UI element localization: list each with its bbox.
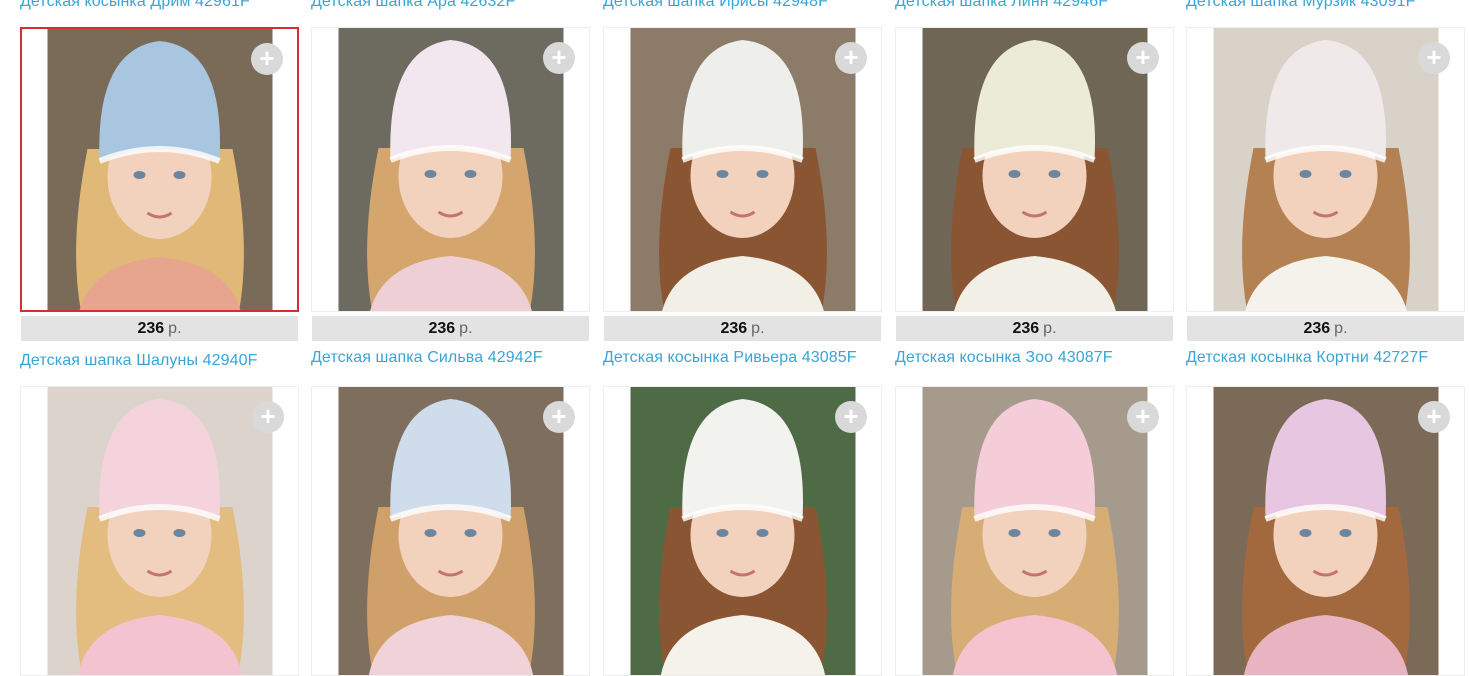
product-photo[interactable]: [47, 29, 272, 310]
portrait-illustration: [630, 28, 855, 311]
product-photo[interactable]: [630, 28, 855, 311]
add-to-cart-icon[interactable]: +: [543, 42, 575, 74]
product-card[interactable]: +: [1186, 386, 1465, 676]
eye-shape: [1008, 529, 1020, 537]
product-card[interactable]: +: [311, 27, 590, 312]
add-to-cart-icon[interactable]: +: [1418, 42, 1450, 74]
portrait-illustration: [47, 29, 272, 310]
portrait-illustration: [338, 28, 563, 311]
eye-shape: [133, 529, 145, 537]
eye-shape: [1299, 529, 1311, 537]
price-amount: 236: [137, 320, 165, 337]
price-bar: 236 р.: [1187, 316, 1464, 341]
product-title[interactable]: Детская косынка Ривьера 43085F: [603, 347, 883, 369]
add-to-cart-icon[interactable]: +: [1127, 42, 1159, 74]
product-card[interactable]: +: [603, 27, 882, 312]
price-amount: 236: [1012, 320, 1040, 337]
eye-shape: [1048, 170, 1060, 178]
product-card[interactable]: +: [603, 386, 882, 676]
product-title[interactable]: Детская шапка Шалуны 42940F: [20, 350, 295, 372]
add-to-cart-icon[interactable]: +: [543, 401, 575, 433]
portrait-illustration: [922, 387, 1147, 675]
eye-shape: [756, 170, 768, 178]
product-card[interactable]: +: [895, 27, 1174, 312]
product-title[interactable]: Детская шапка Ирисы 42948F: [603, 0, 873, 13]
eye-shape: [464, 529, 476, 537]
product-title[interactable]: Детская косынка Зоо 43087F: [895, 347, 1170, 369]
price-bar: 236 р.: [896, 316, 1173, 341]
eye-shape: [1299, 170, 1311, 178]
eye-shape: [1339, 529, 1351, 537]
eye-shape: [756, 529, 768, 537]
price-currency: р.: [168, 320, 182, 337]
price-currency: р.: [1043, 320, 1057, 337]
eye-shape: [133, 171, 145, 179]
portrait-illustration: [922, 28, 1147, 311]
add-to-cart-icon[interactable]: +: [1127, 401, 1159, 433]
add-to-cart-icon[interactable]: +: [835, 401, 867, 433]
product-photo[interactable]: [1213, 28, 1438, 311]
add-to-cart-icon[interactable]: +: [252, 401, 284, 433]
eye-shape: [716, 529, 728, 537]
product-photo[interactable]: [338, 387, 563, 675]
product-photo[interactable]: [1213, 387, 1438, 675]
price-bar: 236 р.: [21, 316, 298, 341]
eye-shape: [173, 529, 185, 537]
eye-shape: [716, 170, 728, 178]
eye-shape: [464, 170, 476, 178]
price-amount: 236: [428, 320, 456, 337]
product-photo[interactable]: [922, 28, 1147, 311]
portrait-illustration: [1213, 387, 1438, 675]
product-card[interactable]: +: [311, 386, 590, 676]
eye-shape: [1008, 170, 1020, 178]
product-photo[interactable]: [630, 387, 855, 675]
add-to-cart-icon[interactable]: +: [1418, 401, 1450, 433]
product-title[interactable]: Детская шапка Линн 42946F: [895, 0, 1165, 13]
add-to-cart-icon[interactable]: +: [835, 42, 867, 74]
product-title[interactable]: Детская шапка Сильва 42942F: [311, 347, 586, 369]
product-card[interactable]: +: [895, 386, 1174, 676]
eye-shape: [1048, 529, 1060, 537]
eye-shape: [424, 170, 436, 178]
portrait-illustration: [338, 387, 563, 675]
product-title[interactable]: Детская косынка Кортни 42727F: [1186, 347, 1461, 369]
price-amount: 236: [1303, 320, 1331, 337]
eye-shape: [173, 171, 185, 179]
price-currency: р.: [459, 320, 473, 337]
product-title[interactable]: Детская шапка Ара 42632F: [311, 0, 581, 13]
price-currency: р.: [751, 320, 765, 337]
eye-shape: [424, 529, 436, 537]
product-photo[interactable]: [922, 387, 1147, 675]
product-card[interactable]: +: [20, 27, 299, 312]
price-bar: 236 р.: [604, 316, 881, 341]
portrait-illustration: [1213, 28, 1438, 311]
product-card[interactable]: +: [20, 386, 299, 676]
portrait-illustration: [630, 387, 855, 675]
product-card[interactable]: +: [1186, 27, 1465, 312]
product-photo[interactable]: [338, 28, 563, 311]
price-bar: 236 р.: [312, 316, 589, 341]
price-amount: 236: [720, 320, 748, 337]
add-to-cart-icon[interactable]: +: [251, 43, 283, 75]
product-title[interactable]: Детская косынка Дрим 42961F: [20, 0, 290, 13]
eye-shape: [1339, 170, 1351, 178]
product-photo[interactable]: [47, 387, 272, 675]
product-title[interactable]: Детская шапка Мурзик 43091F: [1186, 0, 1456, 13]
portrait-illustration: [47, 387, 272, 675]
price-currency: р.: [1334, 320, 1348, 337]
